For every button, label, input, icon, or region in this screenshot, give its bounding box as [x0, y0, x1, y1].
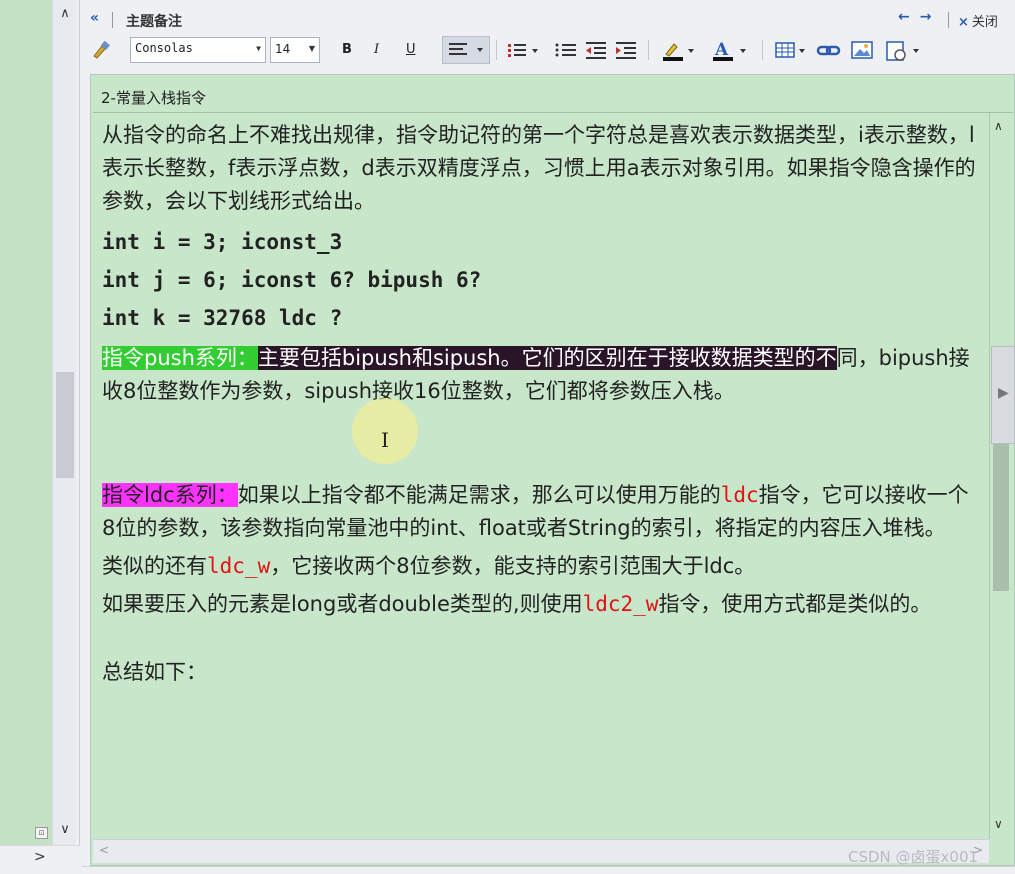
table-icon[interactable] — [774, 40, 808, 60]
editor-vertical-scrollbar[interactable]: ∧ ∨ — [989, 113, 1011, 839]
notes-editor[interactable]: 2-常量入栈指令 从指令的命名上不难找出规律，指令助记符的第一个字符总是喜欢表示… — [90, 74, 1015, 866]
note-title-bar[interactable]: 2-常量入栈指令 — [93, 77, 1013, 113]
insert-options-icon[interactable] — [884, 40, 924, 61]
ldc-series-label: 指令ldc系列： — [102, 483, 238, 507]
link-icon[interactable] — [816, 40, 842, 60]
note-title: 2-常量入栈指令 — [101, 89, 206, 107]
format-painter-icon[interactable] — [90, 40, 112, 60]
numbered-list-icon[interactable] — [506, 40, 540, 60]
divider — [496, 40, 497, 60]
font-size-value: 14 — [275, 42, 291, 56]
blank-space — [102, 626, 982, 656]
long-text-b: 指令，使用方式都是类似的。 — [658, 592, 932, 616]
next-icon[interactable]: → — [920, 9, 942, 25]
close-button[interactable]: × 关闭 — [958, 11, 998, 30]
underline-button[interactable]: U — [406, 40, 416, 60]
close-icon: × — [958, 15, 969, 30]
scroll-up-icon[interactable]: ∧ — [53, 6, 77, 21]
code-line: int k = 32768 ldc ? — [102, 306, 343, 330]
watermark: CSDN @卤蛋x001 — [848, 848, 979, 866]
divider — [648, 40, 649, 60]
scroll-down-icon[interactable]: ∨ — [994, 817, 1003, 831]
push-paragraph: 指令push系列：主要包括bipush和sipush。它们的区别在于接收数据类型… — [102, 342, 982, 408]
similar-text-b: ，它接收两个8位参数，能支持的索引范围大于ldc。 — [270, 554, 756, 578]
previous-icon[interactable]: ← — [898, 9, 920, 25]
image-icon[interactable] — [850, 40, 874, 60]
decrease-indent-icon[interactable] — [584, 40, 608, 60]
scroll-down-icon[interactable]: ∨ — [53, 822, 77, 837]
scroll-right-icon[interactable]: > — [34, 849, 46, 865]
close-label: 关闭 — [971, 15, 998, 30]
divider — [762, 40, 763, 60]
highlight-color-icon[interactable] — [660, 40, 698, 61]
notes-panel-header: « 主题备注 ←→ × 关闭 — [82, 6, 1015, 34]
push-series-label: 指令push系列： — [102, 346, 258, 370]
summary-line: 总结如下： — [102, 660, 207, 684]
divider — [948, 12, 949, 28]
code-line: int j = 6; iconst 6? bipush 6? — [102, 268, 482, 292]
font-family-select[interactable]: Consolas ▼ — [130, 37, 266, 63]
left-tree-panel: ∧ ∨ > — [0, 0, 80, 874]
scroll-up-icon[interactable]: ∧ — [994, 119, 1003, 133]
paragraph: 从指令的命名上不难找出规律，指令助记符的第一个字符总是喜欢表示数据类型，i表示整… — [102, 123, 976, 213]
italic-button[interactable]: I — [374, 40, 379, 60]
similar-text-a: 类似的还有 — [102, 554, 207, 578]
bold-button[interactable]: B — [342, 40, 352, 60]
note-content[interactable]: 从指令的命名上不难找出规律，指令助记符的第一个字符总是喜欢表示数据类型，i表示整… — [102, 119, 982, 694]
divider — [112, 12, 113, 28]
resize-corner-icon[interactable]: ⊡ — [35, 827, 48, 839]
tree-area[interactable] — [0, 0, 52, 845]
selected-text: 主要包括bipush和sipush。它们的区别在于接收数据类型的不 — [257, 346, 837, 370]
chevron-right-icon: ▶ — [998, 385, 1009, 401]
ldc-paragraph: 指令ldc系列：如果以上指令都不能满足需求，那么可以使用万能的ldc指令，它可以… — [102, 479, 982, 545]
long-text-a: 如果要压入的元素是long或者double类型的,则使用 — [102, 592, 583, 616]
align-left-button[interactable] — [442, 36, 490, 64]
ldc2-w-keyword: ldc2_w — [582, 592, 659, 616]
increase-indent-icon[interactable] — [614, 40, 638, 60]
status-strip — [82, 866, 1015, 874]
chevron-down-icon: ▼ — [308, 44, 315, 53]
expand-side-panel-button[interactable]: ▶ — [991, 346, 1015, 444]
font-color-icon[interactable]: A — [710, 40, 750, 61]
similar-paragraph: 类似的还有ldc_w，它接收两个8位参数，能支持的索引范围大于ldc。 — [102, 550, 982, 583]
font-size-select[interactable]: 14 ▼ — [270, 37, 320, 63]
left-horizontal-scrollbar[interactable]: > — [0, 845, 80, 874]
scroll-thumb[interactable] — [56, 372, 74, 478]
formatting-toolbar: Consolas ▼ 14 ▼ B I U A — [82, 34, 1015, 66]
blank-space — [102, 413, 982, 479]
text-cursor-icon: I — [381, 428, 389, 452]
ldc-text-a: 如果以上指令都不能满足需求，那么可以使用万能的 — [237, 483, 721, 507]
nav-arrows: ←→ — [898, 9, 941, 25]
long-paragraph: 如果要压入的元素是long或者double类型的,则使用ldc2_w指令，使用方… — [102, 588, 982, 621]
bullet-list-icon[interactable] — [554, 40, 578, 60]
ldc-keyword: ldc — [720, 483, 759, 507]
chevron-down-icon: ▼ — [256, 44, 261, 53]
left-vertical-scrollbar[interactable]: ∧ ∨ — [52, 0, 76, 845]
ldc-w-keyword: ldc_w — [207, 554, 271, 578]
collapse-icon[interactable]: « — [90, 10, 99, 26]
font-family-value: Consolas — [135, 41, 193, 55]
panel-title: 主题备注 — [126, 14, 182, 30]
scroll-left-icon[interactable]: < — [99, 843, 109, 857]
code-line: int i = 3; iconst_3 — [102, 230, 343, 254]
